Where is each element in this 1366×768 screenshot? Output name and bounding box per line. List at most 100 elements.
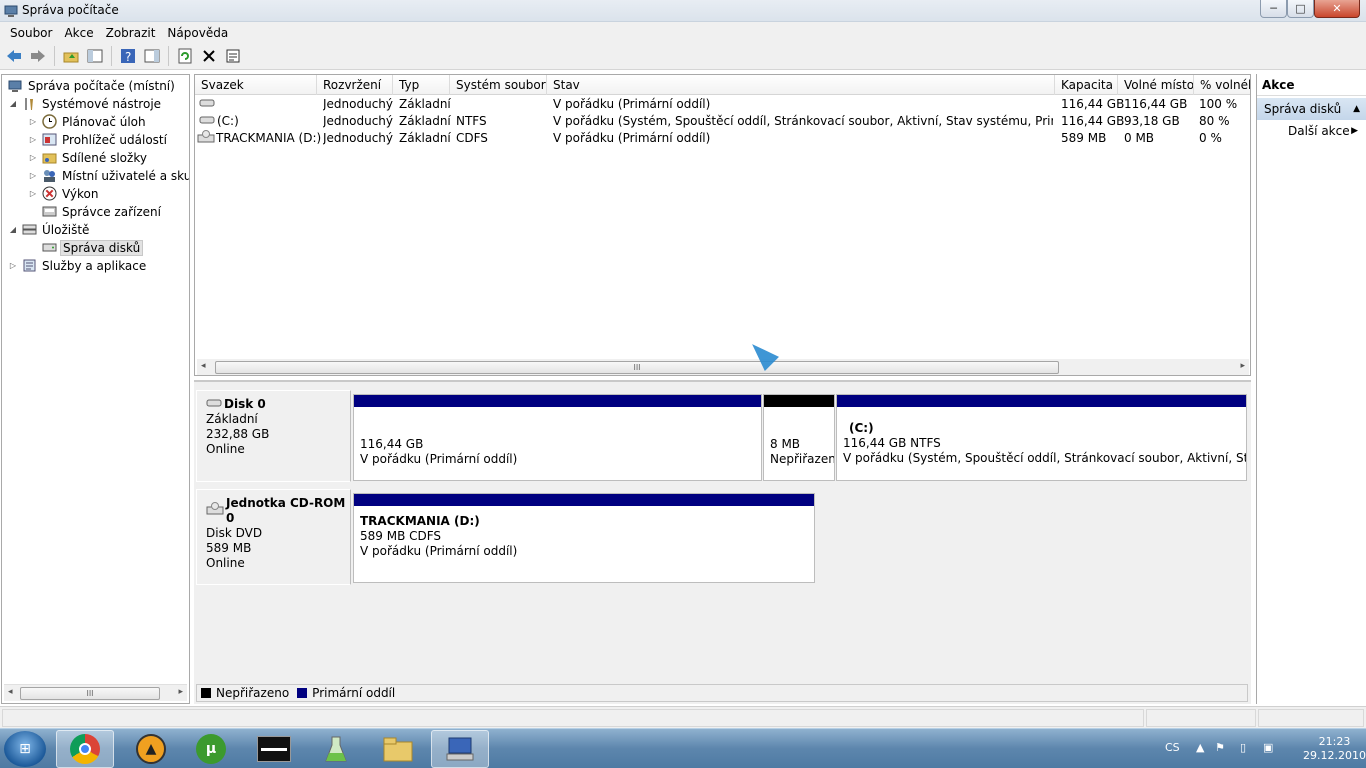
taskbar-app[interactable] bbox=[307, 730, 365, 768]
network-icon[interactable]: ▣ bbox=[1263, 741, 1273, 754]
volume-status: V pořádku (Primární oddíl) bbox=[553, 131, 711, 145]
show-hide-action-pane-icon[interactable] bbox=[142, 46, 162, 66]
clock[interactable]: 21:23 29.12.2010 bbox=[1303, 735, 1366, 763]
tree-horizontal-scrollbar[interactable]: ◂ III ▸ bbox=[4, 684, 187, 701]
disk-type: Základní bbox=[206, 412, 258, 426]
back-icon[interactable] bbox=[4, 46, 24, 66]
computer-management-icon bbox=[4, 5, 18, 17]
delete-icon[interactable] bbox=[199, 46, 219, 66]
start-button[interactable]: ⊞ bbox=[4, 731, 46, 767]
volume-type: Základní bbox=[399, 114, 451, 128]
close-button[interactable]: ✕ bbox=[1314, 0, 1360, 18]
volume-name: TRACKMANIA (D:) bbox=[216, 131, 322, 145]
volume-percent-free: 80 % bbox=[1199, 114, 1230, 128]
column-header-type[interactable]: Typ bbox=[393, 75, 450, 95]
tree-item-system-tools[interactable]: ◢ Systémové nástroje bbox=[8, 95, 163, 112]
scroll-right-icon[interactable]: ▸ bbox=[1240, 361, 1245, 371]
tree-item-performance[interactable]: ▷ Výkon bbox=[28, 185, 100, 202]
column-header-filesystem[interactable]: Systém souborů bbox=[450, 75, 547, 95]
battery-icon[interactable]: ▯ bbox=[1240, 741, 1246, 754]
help-icon[interactable]: ? bbox=[118, 46, 138, 66]
taskbar-explorer[interactable] bbox=[369, 730, 427, 768]
show-hide-tree-icon[interactable] bbox=[85, 46, 105, 66]
partition-block[interactable]: 116,44 GB V pořádku (Primární oddíl) bbox=[353, 394, 762, 481]
menu-file[interactable]: Soubor bbox=[4, 26, 58, 40]
menu-bar: Soubor Akce Zobrazit Nápověda bbox=[0, 22, 1366, 43]
properties-icon[interactable] bbox=[223, 46, 243, 66]
cdrom-0-label[interactable]: Jednotka CD-ROM 0 Disk DVD 589 MB Online bbox=[196, 489, 351, 585]
column-header-capacity[interactable]: Kapacita bbox=[1055, 75, 1118, 95]
partition-block-d[interactable]: TRACKMANIA (D:) 589 MB CDFS V pořádku (P… bbox=[353, 493, 815, 583]
tree-item-task-scheduler[interactable]: ▷ Plánovač úloh bbox=[28, 113, 148, 130]
partition-block-c[interactable]: (C:) 116,44 GB NTFS V pořádku (Systém, S… bbox=[836, 394, 1247, 481]
disk-0-label[interactable]: Disk 0 Základní 232,88 GB Online bbox=[196, 390, 351, 482]
partition-title: (C:) bbox=[849, 421, 874, 435]
taskbar-chrome[interactable] bbox=[56, 730, 114, 768]
disk-status: Online bbox=[206, 442, 245, 456]
partition-size: 116,44 GB NTFS bbox=[843, 436, 941, 450]
expanded-arrow-icon[interactable]: ◢ bbox=[8, 99, 18, 108]
scroll-left-icon[interactable]: ◂ bbox=[8, 687, 13, 697]
collapsed-arrow-icon[interactable]: ▷ bbox=[28, 135, 38, 144]
collapsed-arrow-icon[interactable]: ▷ bbox=[28, 171, 38, 180]
column-header-layout[interactable]: Rozvržení bbox=[317, 75, 393, 95]
scroll-right-icon[interactable]: ▸ bbox=[178, 687, 183, 697]
tree-item-device-manager[interactable]: Správce zařízení bbox=[38, 203, 163, 220]
actions-section-disk-management[interactable]: Správa disků ▲ bbox=[1257, 98, 1366, 120]
menu-view[interactable]: Zobrazit bbox=[100, 26, 162, 40]
column-header-volume[interactable]: Svazek bbox=[195, 75, 317, 95]
volume-capacity: 116,44 GB bbox=[1061, 97, 1125, 111]
volume-free-space: 0 MB bbox=[1124, 131, 1155, 145]
taskbar-computer-management[interactable] bbox=[431, 730, 489, 768]
more-actions[interactable]: Další akce ▶ bbox=[1257, 120, 1366, 142]
menu-help[interactable]: Nápověda bbox=[161, 26, 234, 40]
cd-drive-icon bbox=[197, 130, 215, 147]
column-header-status[interactable]: Stav bbox=[547, 75, 1055, 95]
storage-icon bbox=[21, 222, 37, 238]
collapsed-arrow-icon[interactable]: ▷ bbox=[28, 117, 38, 126]
partition-size: 116,44 GB bbox=[360, 437, 424, 451]
collapsed-arrow-icon[interactable]: ▷ bbox=[28, 153, 38, 162]
show-hidden-icons[interactable]: ▲ bbox=[1196, 741, 1204, 754]
taskbar-trackmania[interactable] bbox=[245, 730, 303, 768]
tree-item-storage[interactable]: ◢ Úložiště bbox=[8, 221, 91, 238]
taskbar-utorrent[interactable]: µ bbox=[182, 730, 240, 768]
refresh-icon[interactable] bbox=[175, 46, 195, 66]
language-indicator[interactable]: CS bbox=[1165, 741, 1180, 754]
volume-disk-icon bbox=[199, 96, 215, 113]
table-row[interactable]: TRACKMANIA (D:) Jednoduchý Základní CDFS… bbox=[195, 130, 1250, 147]
scroll-thumb[interactable]: III bbox=[20, 687, 160, 700]
event-viewer-icon bbox=[41, 132, 57, 148]
scroll-left-icon[interactable]: ◂ bbox=[201, 361, 206, 371]
collapsed-arrow-icon[interactable]: ▷ bbox=[28, 189, 38, 198]
tree-item-local-users[interactable]: ▷ Místní uživatelé a skupiny bbox=[28, 167, 189, 184]
minimize-button[interactable]: ─ bbox=[1260, 0, 1287, 18]
forward-icon[interactable] bbox=[28, 46, 48, 66]
column-header-percent-free[interactable]: % volného bbox=[1194, 75, 1250, 95]
tree-item-event-viewer[interactable]: ▷ Prohlížeč událostí bbox=[28, 131, 169, 148]
partition-status: V pořádku (Systém, Spouštěcí oddíl, Strá… bbox=[843, 451, 1246, 465]
menu-action[interactable]: Akce bbox=[58, 26, 99, 40]
scroll-thumb[interactable]: III bbox=[215, 361, 1059, 374]
up-folder-icon[interactable] bbox=[61, 46, 81, 66]
collapse-up-icon[interactable]: ▲ bbox=[1353, 98, 1360, 120]
collapsed-arrow-icon[interactable]: ▷ bbox=[8, 261, 18, 270]
volume-type: Základní bbox=[399, 97, 451, 111]
taskbar-aimp[interactable]: ▲ bbox=[122, 730, 180, 768]
volume-name: (C:) bbox=[217, 114, 239, 128]
table-row[interactable]: Jednoduchý Základní V pořádku (Primární … bbox=[195, 96, 1250, 113]
tree-item-computer-management[interactable]: Správa počítače (místní) bbox=[4, 77, 177, 94]
volume-list-horizontal-scrollbar[interactable]: ◂ III ▸ bbox=[197, 359, 1249, 375]
tree-item-shared-folders[interactable]: ▷ Sdílené složky bbox=[28, 149, 149, 166]
tree-item-disk-management[interactable]: Správa disků bbox=[38, 239, 144, 256]
maximize-button[interactable]: □ bbox=[1287, 0, 1314, 18]
column-header-free-space[interactable]: Volné místo bbox=[1118, 75, 1194, 95]
expanded-arrow-icon[interactable]: ◢ bbox=[8, 225, 18, 234]
tree-item-services-apps[interactable]: ▷ Služby a aplikace bbox=[8, 257, 148, 274]
table-row[interactable]: (C:) Jednoduchý Základní NTFS V pořádku … bbox=[195, 113, 1250, 130]
volume-filesystem: NTFS bbox=[456, 114, 487, 128]
performance-icon bbox=[41, 186, 57, 202]
action-center-icon[interactable]: ⚑ bbox=[1215, 741, 1225, 754]
unallocated-block[interactable]: 8 MB Nepřiřazeno bbox=[763, 394, 835, 481]
window-title: Správa počítače bbox=[22, 3, 119, 17]
